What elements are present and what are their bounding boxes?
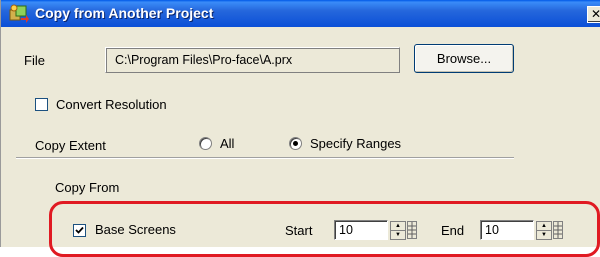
copy-from-project-dialog: Copy from Another Project ✕ File C:\Prog… — [0, 0, 600, 257]
file-path-field[interactable]: C:\Program Files\Pro-face\A.prx — [105, 47, 400, 73]
title-bar[interactable]: Copy from Another Project ✕ — [1, 0, 600, 27]
browse-button[interactable]: Browse... — [414, 44, 514, 73]
radio-all-label: All — [220, 136, 235, 151]
keypad-icon[interactable] — [553, 220, 563, 240]
start-spin-buttons[interactable]: ▲ ▼ — [390, 221, 406, 240]
window-title: Copy from Another Project — [35, 5, 214, 21]
end-input[interactable]: 10 — [480, 220, 534, 240]
close-button[interactable]: ✕ — [587, 6, 600, 23]
end-label: End — [441, 223, 465, 238]
spin-down-icon[interactable]: ▼ — [537, 231, 551, 239]
convert-resolution-checkbox[interactable] — [35, 98, 48, 111]
copy-extent-label: Copy Extent — [35, 138, 106, 153]
keypad-icon[interactable] — [407, 220, 417, 240]
radio-specify-ranges-label: Specify Ranges — [310, 136, 402, 151]
end-spin-buttons[interactable]: ▲ ▼ — [536, 221, 552, 240]
start-label: Start — [285, 223, 313, 238]
file-label: File — [24, 53, 45, 68]
radio-selected-dot — [293, 141, 298, 146]
convert-resolution-label: Convert Resolution — [56, 97, 167, 112]
spin-down-icon[interactable]: ▼ — [391, 231, 405, 239]
spin-up-icon[interactable]: ▲ — [391, 222, 405, 231]
radio-all[interactable] — [199, 137, 212, 150]
radio-specify-ranges[interactable] — [289, 137, 302, 150]
project-copy-icon — [9, 4, 29, 23]
base-screens-checkbox[interactable] — [73, 224, 86, 237]
checkmark-icon — [75, 226, 84, 234]
start-input[interactable]: 10 — [334, 220, 388, 240]
base-screens-label: Base Screens — [95, 222, 176, 237]
separator — [16, 157, 514, 159]
spin-up-icon[interactable]: ▲ — [537, 222, 551, 231]
copy-from-label: Copy From — [55, 180, 120, 195]
